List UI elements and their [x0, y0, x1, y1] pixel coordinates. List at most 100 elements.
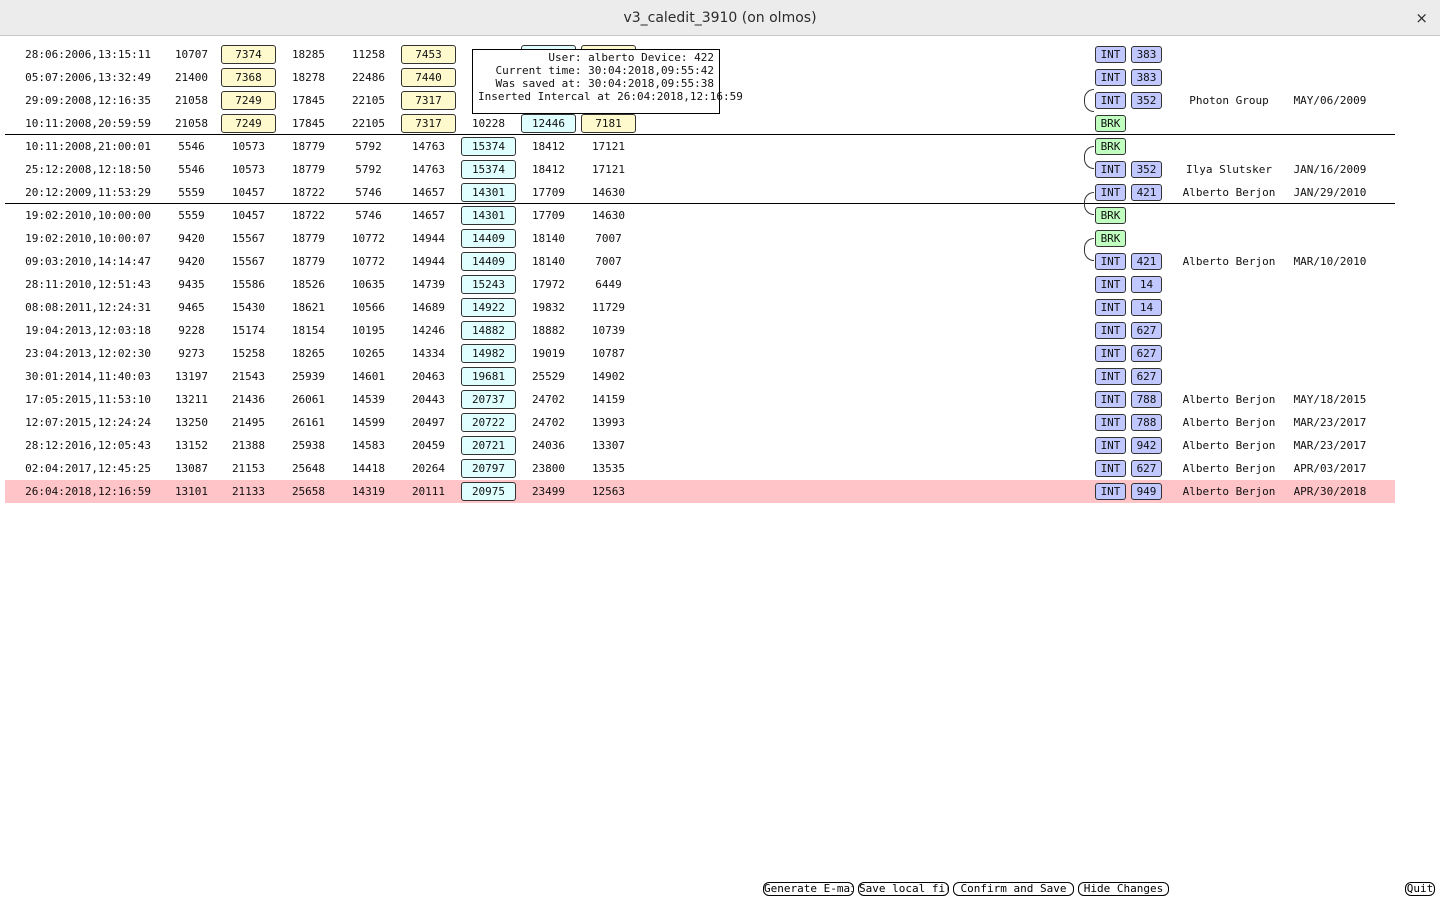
- value-cell: 20264: [411, 462, 446, 475]
- brk-tag[interactable]: BRK: [1095, 207, 1126, 224]
- int-tag[interactable]: INT: [1095, 46, 1126, 63]
- editable-value-cell[interactable]: 20722: [461, 413, 516, 432]
- tooltip-line-saved-at: Was saved at: 30:04:2018,09:55:38: [495, 77, 714, 90]
- device-number-tag[interactable]: 627: [1131, 368, 1162, 385]
- device-number-tag[interactable]: 788: [1131, 391, 1162, 408]
- int-tag[interactable]: INT: [1095, 276, 1126, 293]
- close-icon[interactable]: ×: [1415, 0, 1428, 36]
- value-cell: 23800: [531, 462, 566, 475]
- int-tag[interactable]: INT: [1095, 345, 1126, 362]
- int-tag[interactable]: INT: [1095, 69, 1126, 86]
- row-saved-date: MAR/23/2017: [1293, 439, 1367, 452]
- device-number-tag[interactable]: 352: [1131, 92, 1162, 109]
- int-tag[interactable]: INT: [1095, 322, 1126, 339]
- value-cell: 5546: [178, 163, 205, 176]
- device-number-tag[interactable]: 942: [1131, 437, 1162, 454]
- editable-value-cell[interactable]: 15374: [461, 137, 516, 156]
- table-row[interactable]: 12:07:2015,12:24:24 13250 21495 26161 14599 2…: [5, 411, 1395, 434]
- table-row[interactable]: 19:04:2013,12:03:18 9228 15174 18154 10195 14…: [5, 319, 1395, 342]
- device-number-tag[interactable]: 352: [1131, 161, 1162, 178]
- int-tag[interactable]: INT: [1095, 483, 1126, 500]
- table-row[interactable]: 20:12:2009,11:53:29 5559 10457 18722 5746 146…: [5, 181, 1395, 204]
- int-tag[interactable]: INT: [1095, 253, 1126, 270]
- table-row-selected[interactable]: 26:04:2018,12:16:59 13101 21133 25658 14319 2…: [5, 480, 1395, 503]
- table-row[interactable]: 19:02:2010,10:00:07 9420 15567 18779 10772 14…: [5, 227, 1395, 250]
- table-row[interactable]: 28:11:2010,12:51:43 9435 15586 18526 10635 14…: [5, 273, 1395, 296]
- device-number-tag[interactable]: 627: [1131, 322, 1162, 339]
- generate-email-button[interactable]: Generate E-mail: [763, 882, 854, 896]
- table-row[interactable]: 10:11:2008,20:59:59 21058 7249 17845 22105 73…: [5, 112, 1395, 135]
- editable-value-cell[interactable]: 15374: [461, 160, 516, 179]
- break-connector: [1084, 146, 1094, 169]
- editable-value-cell[interactable]: 19681: [461, 367, 516, 386]
- confirm-and-save-button[interactable]: Confirm and Save: [953, 882, 1074, 896]
- editable-value-cell[interactable]: 20975: [461, 482, 516, 501]
- table-row[interactable]: 23:04:2013,12:02:30 9273 15258 18265 10265 14…: [5, 342, 1395, 365]
- editable-value-cell[interactable]: 7249: [221, 114, 276, 133]
- device-number-tag[interactable]: 627: [1131, 460, 1162, 477]
- editable-value-cell[interactable]: 14882: [461, 321, 516, 340]
- device-number-tag[interactable]: 14: [1131, 276, 1162, 293]
- editable-value-cell[interactable]: 7317: [401, 114, 456, 133]
- device-number-tag[interactable]: 421: [1131, 184, 1162, 201]
- editable-value-cell[interactable]: 7440: [401, 68, 456, 87]
- table-row[interactable]: 02:04:2017,12:45:25 13087 21153 25648 14418 2…: [5, 457, 1395, 480]
- device-number-tag[interactable]: 949: [1131, 483, 1162, 500]
- value-cell: 25938: [291, 439, 326, 452]
- brk-tag[interactable]: BRK: [1095, 115, 1126, 132]
- editable-value-cell[interactable]: 7453: [401, 45, 456, 64]
- editable-value-cell[interactable]: 7368: [221, 68, 276, 87]
- int-tag[interactable]: INT: [1095, 92, 1126, 109]
- title-bar: v3_caledit_3910 (on olmos) ×: [0, 0, 1440, 36]
- int-tag[interactable]: INT: [1095, 437, 1126, 454]
- editable-value-cell[interactable]: 20737: [461, 390, 516, 409]
- table-row[interactable]: 09:03:2010,14:14:47 9420 15567 18779 10772 14…: [5, 250, 1395, 273]
- device-number-tag[interactable]: 627: [1131, 345, 1162, 362]
- editable-value-cell[interactable]: 15243: [461, 275, 516, 294]
- editable-value-cell[interactable]: 7249: [221, 91, 276, 110]
- segment-separator: [5, 134, 1395, 135]
- quit-button[interactable]: Quit: [1405, 882, 1435, 896]
- value-cell: 14599: [351, 416, 386, 429]
- editable-value-cell[interactable]: 7374: [221, 45, 276, 64]
- editable-value-cell[interactable]: 20797: [461, 459, 516, 478]
- int-tag[interactable]: INT: [1095, 414, 1126, 431]
- brk-tag[interactable]: BRK: [1095, 230, 1126, 247]
- save-local-file-button[interactable]: Save local file: [858, 882, 949, 896]
- device-number-tag[interactable]: 383: [1131, 69, 1162, 86]
- editable-value-cell[interactable]: 20721: [461, 436, 516, 455]
- device-number-tag[interactable]: 14: [1131, 299, 1162, 316]
- editable-value-cell[interactable]: 14982: [461, 344, 516, 363]
- table-row[interactable]: 30:01:2014,11:40:03 13197 21543 25939 14601 2…: [5, 365, 1395, 388]
- table-row[interactable]: 28:12:2016,12:05:43 13152 21388 25938 14583 2…: [5, 434, 1395, 457]
- table-row[interactable]: 25:12:2008,12:18:50 5546 10573 18779 5792 147…: [5, 158, 1395, 181]
- table-row[interactable]: 17:05:2015,11:53:10 13211 21436 26061 14539 2…: [5, 388, 1395, 411]
- editable-value-cell[interactable]: 14409: [461, 229, 516, 248]
- int-tag[interactable]: INT: [1095, 161, 1126, 178]
- segment-separator: [5, 203, 1395, 204]
- device-number-tag[interactable]: 421: [1131, 253, 1162, 270]
- row-date: 10:11:2008,21:00:01: [25, 140, 151, 153]
- table-row[interactable]: 08:08:2011,12:24:31 9465 15430 18621 10566 14…: [5, 296, 1395, 319]
- editable-value-cell[interactable]: 14922: [461, 298, 516, 317]
- table-row[interactable]: 10:11:2008,21:00:01 5546 10573 18779 5792 147…: [5, 135, 1395, 158]
- int-tag[interactable]: INT: [1095, 368, 1126, 385]
- int-tag[interactable]: INT: [1095, 184, 1126, 201]
- int-tag[interactable]: INT: [1095, 391, 1126, 408]
- int-tag[interactable]: INT: [1095, 299, 1126, 316]
- editable-value-cell[interactable]: 7181: [581, 114, 636, 133]
- hide-changes-button[interactable]: Hide Changes: [1078, 882, 1169, 896]
- table-row[interactable]: 19:02:2010,10:00:00 5559 10457 18722 5746 146…: [5, 204, 1395, 227]
- editable-value-cell[interactable]: 12446: [521, 114, 576, 133]
- int-tag[interactable]: INT: [1095, 460, 1126, 477]
- editable-value-cell[interactable]: 14301: [461, 206, 516, 225]
- device-number-tag[interactable]: 383: [1131, 46, 1162, 63]
- device-number-tag[interactable]: 788: [1131, 414, 1162, 431]
- window-title: v3_caledit_3910 (on olmos): [623, 10, 817, 26]
- editable-value-cell[interactable]: 14301: [461, 183, 516, 202]
- value-cell: 14689: [411, 301, 446, 314]
- value-cell: 18154: [291, 324, 326, 337]
- brk-tag[interactable]: BRK: [1095, 138, 1126, 155]
- editable-value-cell[interactable]: 14409: [461, 252, 516, 271]
- editable-value-cell[interactable]: 7317: [401, 91, 456, 110]
